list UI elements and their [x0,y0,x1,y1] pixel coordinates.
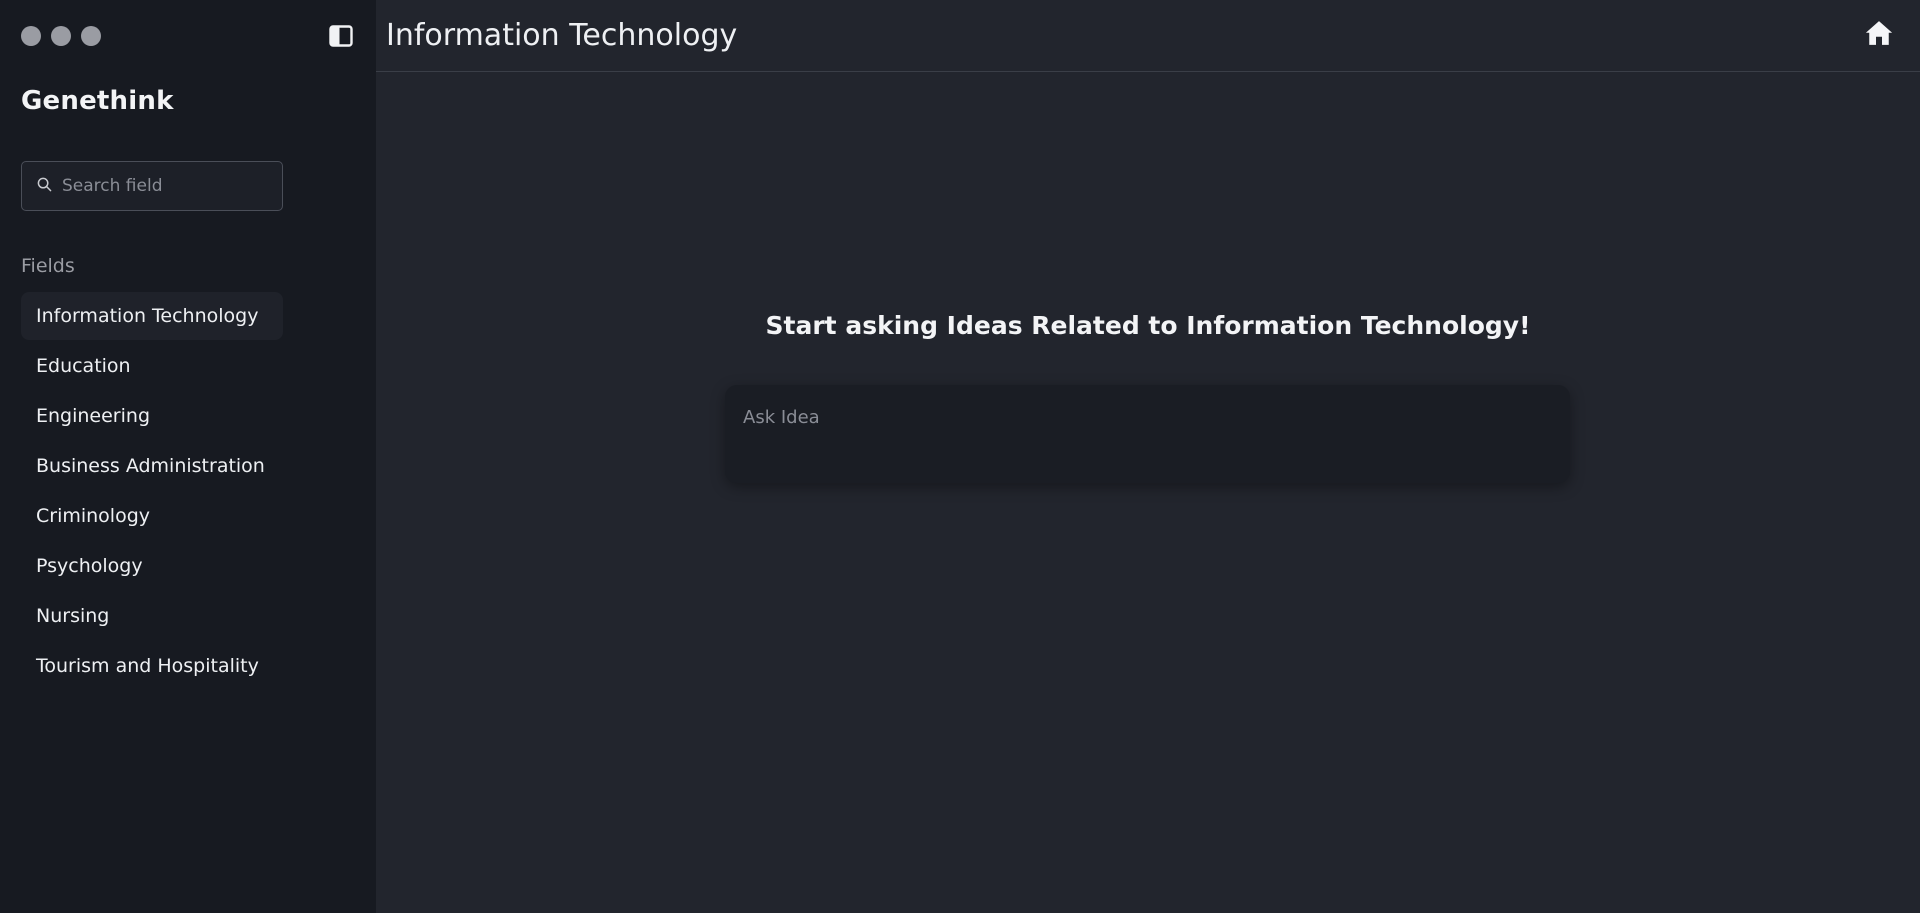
home-icon[interactable] [1864,18,1894,48]
app-window: Genethink Fields Information Technology … [0,0,1920,913]
search-box[interactable] [21,161,283,211]
window-close-dot-icon[interactable] [21,26,41,46]
window-maximize-dot-icon[interactable] [81,26,101,46]
app-brand: Genethink [21,86,174,116]
top-bar: Information Technology [376,0,1920,72]
prompt-heading: Start asking Ideas Related to Informatio… [765,311,1531,340]
page-title: Information Technology [386,18,738,53]
sidebar: Genethink Fields Information Technology … [0,0,376,913]
search-icon [37,177,52,196]
sidebar-item-education[interactable]: Education [21,342,283,390]
ask-idea-box[interactable] [725,385,1570,483]
window-controls [21,26,101,46]
sidebar-item-criminology[interactable]: Criminology [21,492,283,540]
sidebar-item-engineering[interactable]: Engineering [21,392,283,440]
window-minimize-dot-icon[interactable] [51,26,71,46]
sidebar-item-tourism-and-hospitality[interactable]: Tourism and Hospitality [21,642,283,690]
fields-section-label: Fields [21,255,75,277]
ask-idea-input[interactable] [743,407,1552,461]
sidebar-item-nursing[interactable]: Nursing [21,592,283,640]
fields-list: Information Technology Education Enginee… [21,292,283,692]
sidebar-item-psychology[interactable]: Psychology [21,542,283,590]
sidebar-toggle-icon[interactable] [328,24,354,48]
search-input[interactable] [62,176,262,196]
main-content: Information Technology Start asking Idea… [376,0,1920,913]
sidebar-item-business-administration[interactable]: Business Administration [21,442,283,490]
sidebar-item-information-technology[interactable]: Information Technology [21,292,283,340]
